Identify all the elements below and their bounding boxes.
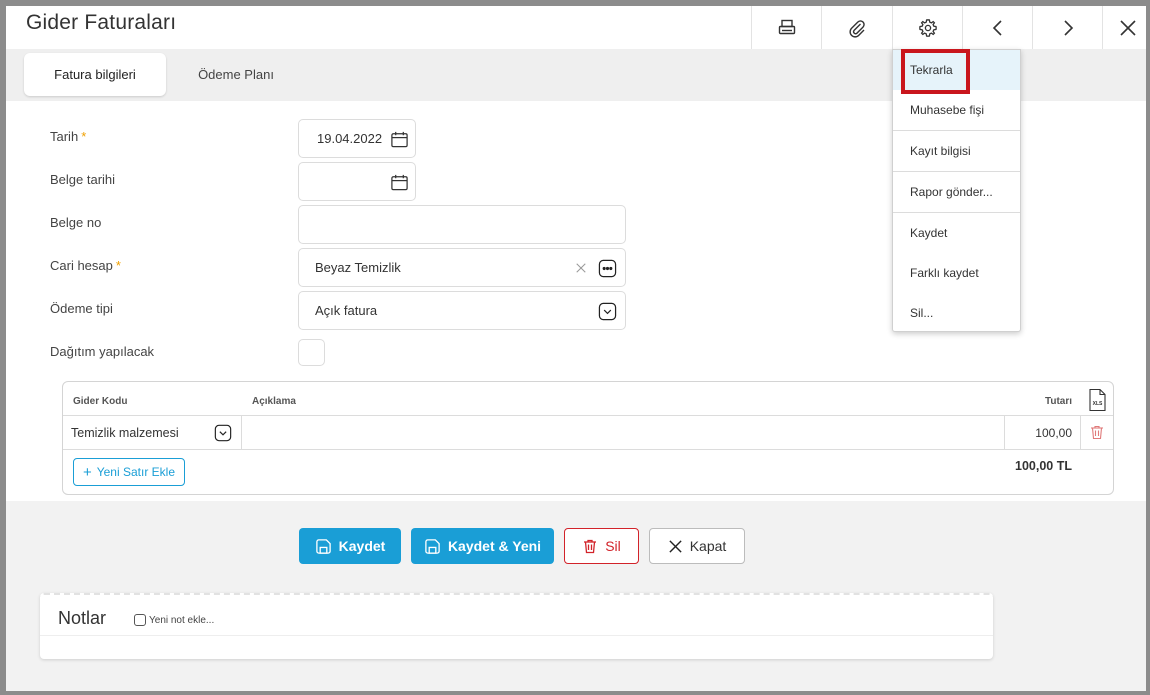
notes-panel: Notlar Yeni not ekle... [40,593,993,659]
notes-title: Notlar [58,608,107,628]
calendar-icon[interactable] [389,129,409,149]
gear-icon [918,18,937,37]
trash-icon [584,539,597,554]
add-note-checkbox[interactable] [134,614,146,626]
save-icon [425,538,440,554]
settings-button[interactable] [892,6,962,49]
col-header-tutari: Tutarı [1045,396,1073,407]
divider [40,635,993,636]
tarih-label-text: Tarih [50,129,79,144]
cari-hesap-label: Cari hesap * [50,258,121,273]
odeme-tipi-label: Ödeme tipi [50,301,113,316]
chevron-down-icon[interactable] [214,424,232,447]
tarih-value: 19.04.2022 [317,131,383,146]
window-header: Gider Faturaları [6,6,1146,49]
aciklama-cell[interactable] [242,416,1004,449]
dagitim-label: Dağıtım yapılacak [50,344,155,359]
save-icon [315,538,331,554]
save-button[interactable]: Kaydet [299,528,401,564]
previous-button[interactable] [962,6,1032,49]
add-note-label: Yeni not ekle... [149,614,215,626]
print-button[interactable] [751,6,821,49]
required-marker: * [115,258,121,273]
odeme-tipi-select[interactable]: Açık fatura [298,291,626,330]
col-header-gider-kodu: Gider Kodu [73,396,128,407]
total-amount: 100,00 TL [1015,459,1072,473]
xls-export-icon[interactable]: XLS [1087,388,1107,412]
chevron-right-icon [1063,19,1073,36]
window-frame: Gider Faturaları Fatura bilgileri Ödeme … [0,0,1150,695]
tutar-cell[interactable]: 100,00 [1004,416,1081,449]
save-label: Kaydet [338,538,386,554]
menu-item-kayit-bilgisi[interactable]: Kayıt bilgisi [893,131,1020,171]
add-row-button[interactable]: + Yeni Satır Ekle [73,458,185,486]
cari-hesap-label-text: Cari hesap [50,258,113,273]
chevron-down-icon[interactable] [597,301,617,321]
paperclip-icon [848,19,865,38]
close-button[interactable]: Kapat [649,528,745,564]
tab-fatura-bilgileri[interactable]: Fatura bilgileri [24,53,166,96]
cari-hesap-value: Beyaz Temizlik [315,260,401,275]
close-window-button[interactable] [1102,6,1146,49]
belge-no-label: Belge no [50,215,102,230]
xls-label: XLS [1093,401,1103,407]
more-options-icon[interactable] [597,258,617,278]
page-title: Gider Faturaları [26,11,177,34]
calendar-icon[interactable] [389,172,409,192]
gider-kodu-cell[interactable]: Temizlik malzemesi [63,416,242,449]
chevron-left-icon [992,19,1002,36]
close-label: Kapat [689,538,727,554]
printer-icon [778,19,795,34]
menu-item-muhasebe-fisi[interactable]: Muhasebe fişi [893,90,1020,130]
close-icon [1119,19,1136,36]
cari-hesap-field[interactable]: Beyaz Temizlik [298,248,626,287]
plus-icon: + [82,463,92,481]
tab-odeme-plani[interactable]: Ödeme Planı [184,53,288,96]
table-row: Temizlik malzemesi 100,00 [63,415,1113,450]
belge-no-input[interactable] [298,205,626,244]
clear-icon[interactable] [574,261,588,275]
attach-button[interactable] [821,6,891,49]
next-button[interactable] [1032,6,1102,49]
save-and-new-button[interactable]: Kaydet & Yeni [411,528,554,564]
save-and-new-label: Kaydet & Yeni [447,538,542,554]
gider-kodu-value: Temizlik malzemesi [71,426,179,440]
odeme-tipi-value: Açık fatura [315,303,378,318]
highlight-box [901,49,970,94]
tarih-date-field[interactable]: 19.04.2022 [298,119,416,158]
required-marker: * [81,129,87,144]
add-note-toggle[interactable]: Yeni not ekle... [134,614,214,626]
delete-button[interactable]: Sil [564,528,639,564]
dagitim-checkbox[interactable] [298,339,325,366]
close-icon [669,539,682,553]
menu-item-sil[interactable]: Sil... [893,293,1020,333]
col-header-aciklama: Açıklama [252,396,296,407]
delete-label: Sil [605,538,621,554]
trash-icon[interactable] [1089,424,1105,445]
tarih-label: Tarih * [50,129,86,144]
belge-tarihi-date-field[interactable] [298,162,416,201]
belge-tarihi-label: Belge tarihi [50,172,116,187]
menu-item-rapor-gonder[interactable]: Rapor gönder... [893,172,1020,212]
add-row-label: Yeni Satır Ekle [96,465,176,479]
menu-item-kaydet[interactable]: Kaydet [893,213,1020,253]
menu-item-farkli-kaydet[interactable]: Farklı kaydet [893,253,1020,293]
expense-lines-table: Gider Kodu Açıklama Tutarı XLS Temizlik … [62,381,1114,495]
